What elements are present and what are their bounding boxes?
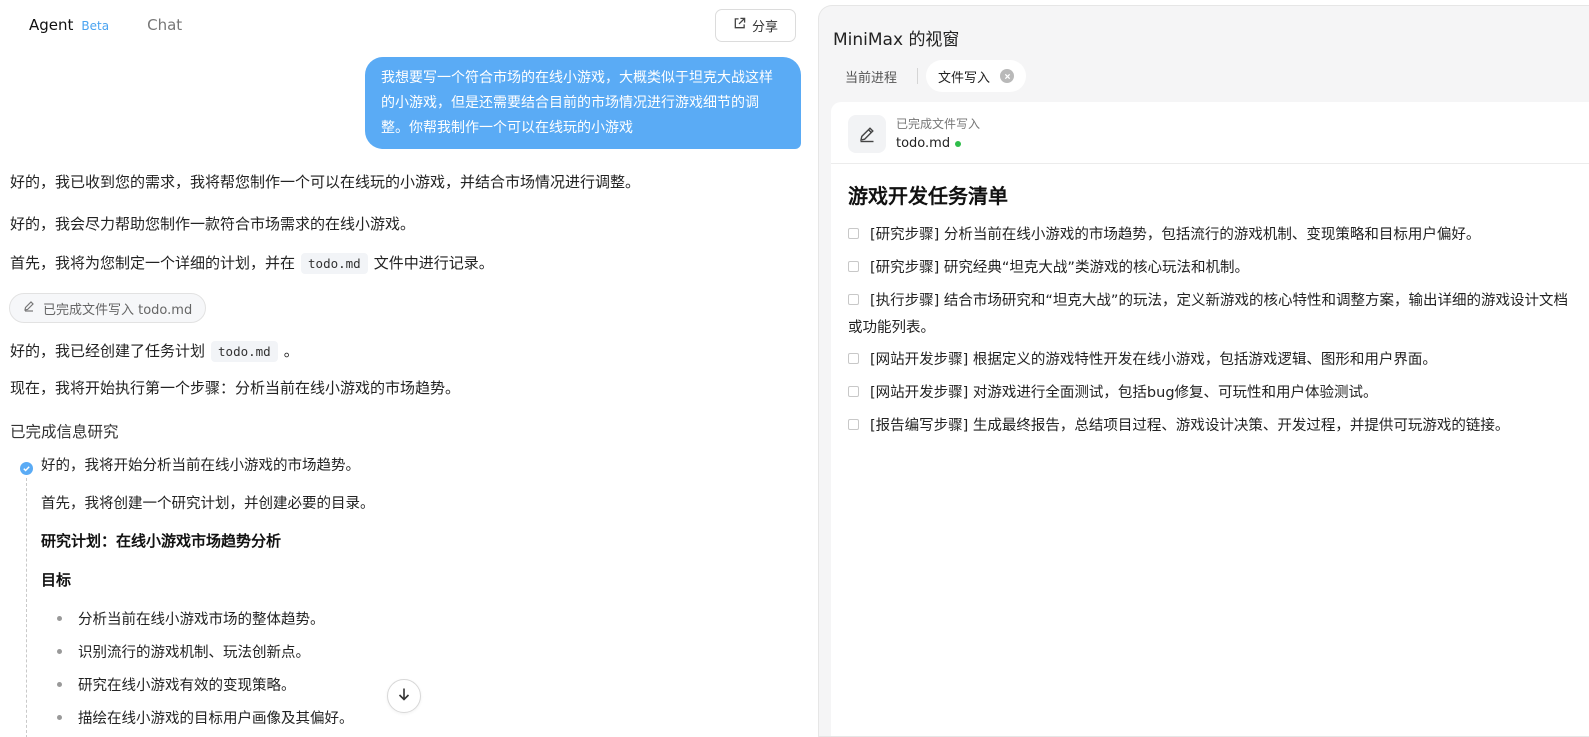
- bullet-dot: [57, 616, 62, 621]
- tab-file-write-label: 文件写入: [938, 70, 991, 86]
- tab-agent[interactable]: Agent: [29, 16, 73, 34]
- task-text: [网站开发步骤] 对游戏进行全面测试，包括bug修复、可玩性和用户体验测试。: [870, 385, 1378, 401]
- plan-heading: 研究计划：在线小游戏市场趋势分析: [41, 532, 282, 550]
- reply-text: 。: [283, 342, 299, 360]
- mode-tabs: Agent Beta Chat: [29, 16, 182, 34]
- inline-code: todo.md: [211, 341, 278, 362]
- task-checkbox[interactable]: [848, 261, 859, 272]
- user-message: 我想要写一个符合市场的在线小游戏，大概类似于坦克大战这样的小游戏，但是还需要结合…: [365, 57, 801, 149]
- bullet-dot: [57, 682, 62, 687]
- assistant-reply: 现在，我将开始执行第一个步骤：分析当前在线小游戏的市场趋势。: [10, 379, 461, 397]
- task-item: [研究步骤] 分析当前在线小游戏的市场趋势，包括流行的游戏机制、变现策略和目标用…: [848, 222, 1568, 249]
- list-item: 识别流行的游戏机制、玩法创新点。: [78, 645, 310, 661]
- chip-label: 已完成文件写入 todo.md: [43, 302, 193, 318]
- task-checkbox[interactable]: [848, 419, 859, 430]
- goal-heading: 目标: [41, 571, 72, 589]
- share-button[interactable]: 分享: [715, 9, 796, 42]
- timeline-line: [26, 478, 27, 737]
- task-item: [网站开发步骤] 根据定义的游戏特性开发在线小游戏，包括游戏逻辑、图形和用户界面…: [848, 347, 1568, 374]
- timeline-step: 好的，我将开始分析当前在线小游戏的市场趋势。: [41, 458, 360, 474]
- app-root: Agent Beta Chat 分享 我想要写一个符合市场的在线小游戏，大概类似…: [0, 0, 1589, 737]
- task-checkbox[interactable]: [848, 353, 859, 364]
- timeline-step: 首先，我将创建一个研究计划，并创建必要的目录。: [41, 496, 375, 512]
- edit-icon: [848, 115, 886, 153]
- file-header: 已完成文件写入 todo.md: [831, 102, 1589, 164]
- task-item: [报告编写步骤] 生成最终报告，总结项目过程、游戏设计决策、开发过程，并提供可玩…: [848, 413, 1568, 440]
- reply-text: 好的，我已经创建了任务计划: [10, 342, 206, 360]
- tab-current-process[interactable]: 当前进程: [833, 60, 909, 92]
- bullet-dot: [57, 649, 62, 654]
- minimax-window: MiniMax 的视窗 当前进程 文件写入 已完成文件写入 todo.md 游戏…: [818, 5, 1589, 737]
- scroll-down-button[interactable]: [387, 679, 421, 713]
- task-checkbox[interactable]: [848, 228, 859, 239]
- task-text: [网站开发步骤] 根据定义的游戏特性开发在线小游戏，包括游戏逻辑、图形和用户界面…: [870, 352, 1437, 368]
- assistant-reply: 好的，我已经创建了任务计划 todo.md 。: [10, 340, 299, 362]
- task-item: [研究步骤] 研究经典“坦克大战”类游戏的核心玩法和机制。: [848, 255, 1568, 282]
- document-title: 游戏开发任务清单: [848, 184, 1008, 208]
- file-name: todo.md: [896, 136, 962, 151]
- window-title: MiniMax 的视窗: [833, 30, 960, 50]
- arrow-down-icon: [396, 686, 412, 706]
- tab-chat[interactable]: Chat: [147, 16, 182, 34]
- beta-badge: Beta: [81, 19, 110, 33]
- close-icon[interactable]: [1000, 69, 1015, 83]
- file-status: 已完成文件写入: [896, 117, 981, 131]
- task-text: [执行步骤] 结合市场研究和“坦克大战”的玩法，定义新游戏的核心特性和调整方案，…: [848, 293, 1568, 336]
- reply-text: 文件中进行记录。: [373, 254, 494, 272]
- task-checkbox[interactable]: [848, 386, 859, 397]
- window-tabs: 当前进程 文件写入: [833, 60, 1027, 92]
- bullet-dot: [57, 715, 62, 720]
- list-item: 分析当前在线小游戏市场的整体趋势。: [78, 612, 325, 628]
- reply-text: 首先，我将为您制定一个详细的计划，并在: [10, 254, 296, 272]
- task-text: [报告编写步骤] 生成最终报告，总结项目过程、游戏设计决策、开发过程，并提供可玩…: [870, 418, 1510, 434]
- assistant-reply: 好的，我已收到您的需求，我将帮您制作一个可以在线玩的小游戏，并结合市场情况进行调…: [10, 173, 641, 191]
- list-item: 研究在线小游戏有效的变现策略。: [78, 678, 296, 694]
- list-item: 描绘在线小游戏的目标用户画像及其偏好。: [78, 711, 354, 727]
- check-icon: [20, 462, 33, 475]
- tab-file-write[interactable]: 文件写入: [926, 60, 1027, 92]
- file-name-text: todo.md: [896, 136, 951, 151]
- tab-divider: [917, 68, 919, 84]
- file-write-chip[interactable]: 已完成文件写入 todo.md: [9, 293, 207, 323]
- share-label: 分享: [751, 20, 778, 35]
- inline-code: todo.md: [301, 253, 368, 274]
- edit-icon: [23, 300, 35, 316]
- status-dot: [955, 140, 962, 147]
- assistant-reply: 好的，我会尽力帮助您制作一款符合市场需求的在线小游戏。: [10, 215, 416, 233]
- research-section-title[interactable]: 已完成信息研究: [10, 420, 119, 442]
- assistant-reply: 首先，我将为您制定一个详细的计划，并在 todo.md 文件中进行记录。: [10, 252, 494, 274]
- file-viewer: 已完成文件写入 todo.md 游戏开发任务清单 [研究步骤] 分析当前在线小游…: [831, 102, 1589, 736]
- chat-panel: Agent Beta Chat 分享 我想要写一个符合市场的在线小游戏，大概类似…: [0, 0, 812, 737]
- task-text: [研究步骤] 分析当前在线小游戏的市场趋势，包括流行的游戏机制、变现策略和目标用…: [870, 227, 1481, 243]
- task-item: [执行步骤] 结合市场研究和“坦克大战”的玩法，定义新游戏的核心特性和调整方案，…: [848, 288, 1568, 342]
- share-icon: [733, 17, 746, 34]
- task-checkbox[interactable]: [848, 294, 859, 305]
- task-item: [网站开发步骤] 对游戏进行全面测试，包括bug修复、可玩性和用户体验测试。: [848, 380, 1568, 407]
- task-text: [研究步骤] 研究经典“坦克大战”类游戏的核心玩法和机制。: [870, 260, 1249, 276]
